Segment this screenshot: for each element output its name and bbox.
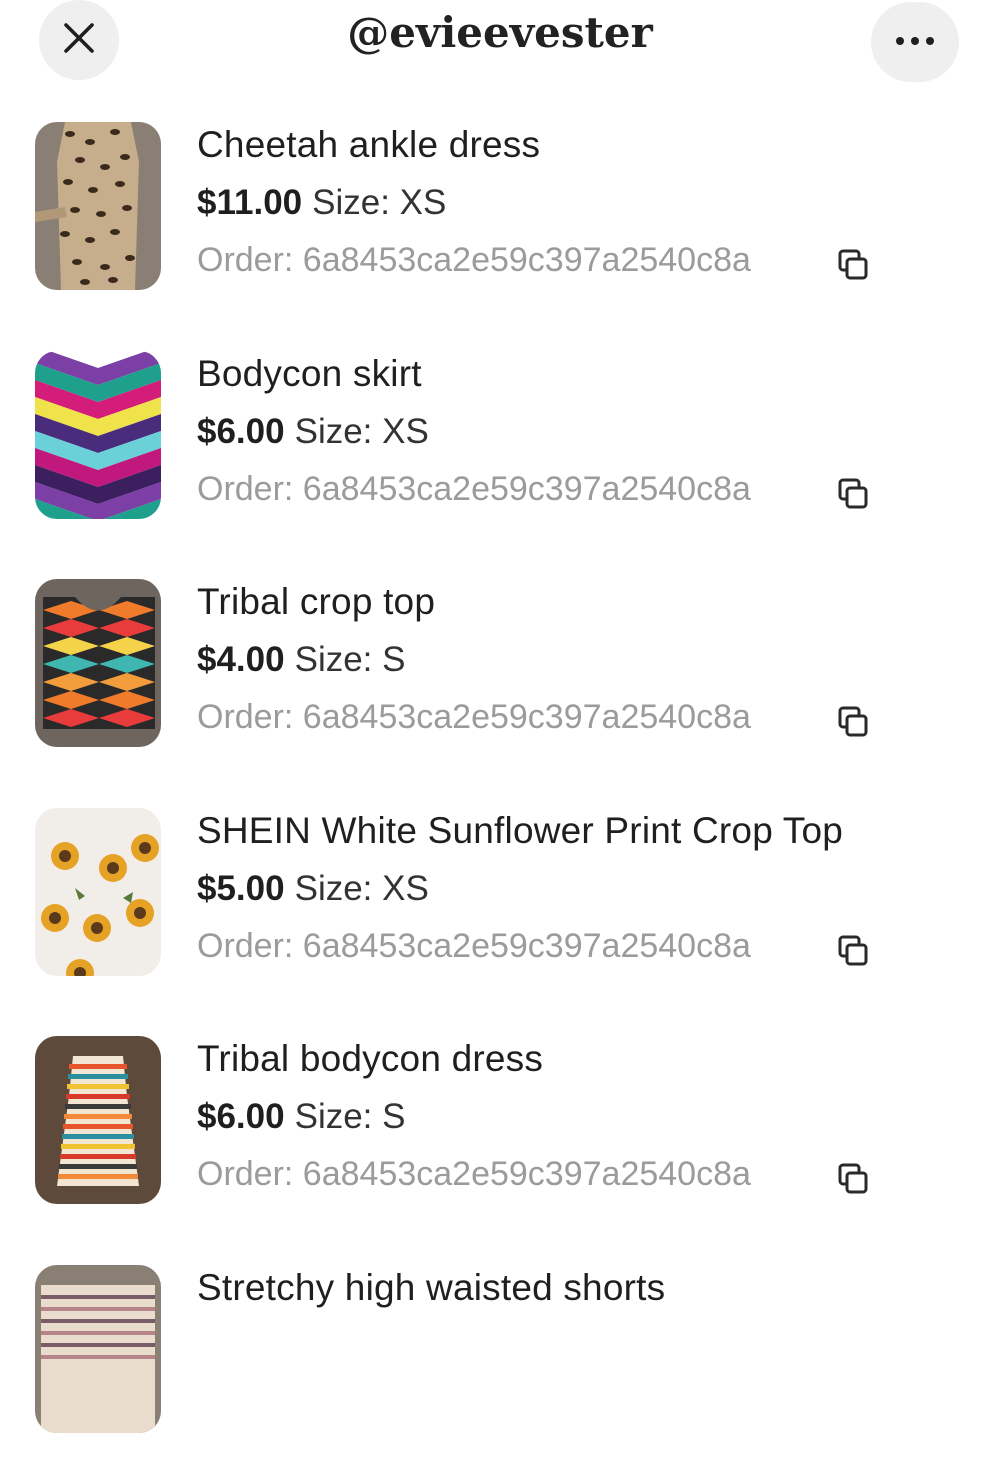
item-title: Bodycon skirt xyxy=(197,352,422,394)
item-price: $6.00 xyxy=(197,411,285,451)
top-bar: @evieevester xyxy=(0,0,1000,90)
item-title: SHEIN White Sunflower Print Crop Top xyxy=(197,809,844,851)
more-horizontal-icon xyxy=(895,33,935,51)
close-button[interactable] xyxy=(39,0,119,80)
item-price: $5.00 xyxy=(197,868,285,908)
item-size: Size: XS xyxy=(312,183,447,222)
price-size-line xyxy=(197,1326,207,1366)
item-price: $4.00 xyxy=(197,640,285,679)
copy-icon[interactable] xyxy=(836,934,870,968)
copy-icon[interactable] xyxy=(836,705,870,739)
order-item[interactable]: SHEIN White Sunflower Print Crop Top $5.… xyxy=(0,786,1000,1014)
item-size: Size: S xyxy=(294,1097,406,1136)
item-size: Size: XS xyxy=(294,868,429,908)
order-item[interactable]: Bodycon skirt $6.00 Size: XS Order: 6a845… xyxy=(0,329,1000,557)
product-thumbnail-sunflower[interactable] xyxy=(35,807,161,976)
price-size-line: $4.00 Size: S xyxy=(197,640,405,680)
product-thumbnail-shorts[interactable] xyxy=(35,1264,161,1433)
copy-icon[interactable] xyxy=(836,477,870,511)
more-options-button[interactable] xyxy=(871,2,959,82)
item-price: $6.00 xyxy=(197,1097,285,1136)
product-thumbnail-tribal-dress[interactable] xyxy=(35,1036,161,1204)
item-title: Tribal bodycon dress xyxy=(197,1038,544,1079)
item-price: $11.00 xyxy=(197,183,303,222)
page-title: @evieevester xyxy=(347,8,653,57)
order-id: Order: 6a8453ca2e59c397a2540c8a xyxy=(197,1155,751,1193)
item-size: Size: XS xyxy=(294,411,429,451)
price-size-line: $6.00 Size: XS xyxy=(197,412,429,452)
copy-icon[interactable] xyxy=(836,1162,870,1196)
product-thumbnail-tribal-top[interactable] xyxy=(35,579,161,747)
item-title: Cheetah ankle dress xyxy=(197,124,541,165)
order-id: Order: 6a8453ca2e59c397a2540c8a xyxy=(197,469,751,508)
product-thumbnail-chevron[interactable] xyxy=(35,350,161,519)
item-size: Size: S xyxy=(294,640,406,679)
close-icon xyxy=(62,21,96,60)
order-item[interactable]: Tribal crop top $4.00 Size: S Order: 6a84… xyxy=(0,557,1000,785)
price-size-line: $6.00 Size: S xyxy=(197,1097,405,1137)
order-id: Order: 6a8453ca2e59c397a2540c8a xyxy=(197,698,751,736)
item-title: Tribal crop top xyxy=(197,581,436,622)
item-title: Stretchy high waisted shorts xyxy=(197,1266,666,1308)
order-id: Order: 6a8453ca2e59c397a2540c8a xyxy=(197,926,751,965)
order-item[interactable]: Stretchy high waisted shorts xyxy=(0,1243,1000,1471)
price-size-line: $5.00 Size: XS xyxy=(197,869,429,909)
product-thumbnail-leopard[interactable] xyxy=(35,122,161,290)
price-size-line: $11.00 Size: XS xyxy=(197,183,446,223)
order-item[interactable]: Tribal bodycon dress $6.00 Size: S Order:… xyxy=(0,1014,1000,1242)
copy-icon[interactable] xyxy=(836,248,870,282)
order-item[interactable]: Cheetah ankle dress $11.00 Size: XS Order… xyxy=(0,100,1000,328)
order-id: Order: 6a8453ca2e59c397a2540c8a xyxy=(197,241,751,279)
